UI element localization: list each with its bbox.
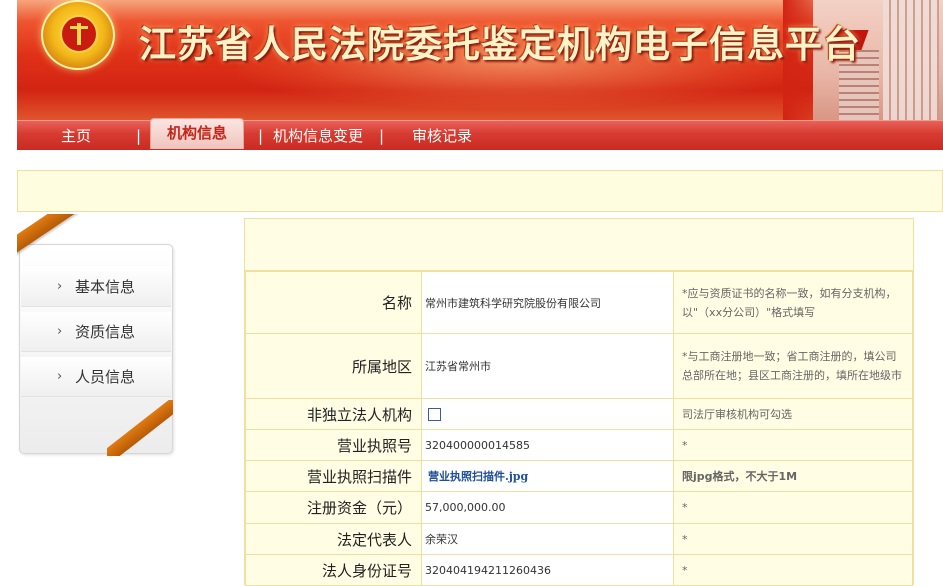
notice-bar: [17, 170, 943, 212]
chevron-right-icon: ›: [57, 369, 63, 384]
field-label: 注册资金（元）: [245, 491, 422, 524]
form-row: 法人身份证号 320404194211260436 *: [245, 554, 913, 586]
site-title: 江苏省人民法院委托鉴定机构电子信息平台: [139, 22, 861, 66]
side-menu: › 基本信息 › 资质信息 › 人员信息: [19, 244, 173, 454]
header-banner: 江苏省人民法院委托鉴定机构电子信息平台: [17, 0, 943, 120]
form-row: 注册资金（元） 57,000,000.00 *: [245, 491, 913, 524]
field-tip: 司法厅审核机构可勾选: [673, 398, 913, 430]
main-nav: 主页 | 机构信息 | 机构信息变更 | 审核记录: [17, 118, 943, 151]
nav-home[interactable]: 主页: [61, 121, 91, 151]
side-item-basic-info[interactable]: › 基本信息: [21, 267, 171, 307]
form-row: 营业执照号 320400000014585 *: [245, 429, 913, 461]
field-tip: *: [673, 491, 913, 524]
emblem-center: [60, 15, 98, 53]
license-scan-cell: 营业执照扫描件.jpg: [421, 460, 674, 492]
non-independent-checkbox[interactable]: [428, 407, 441, 421]
field-tip: *与工商注册地一致；省工商注册的，填公司总部所在地；县区工商注册的，填所在地级市: [673, 333, 913, 399]
field-label: 营业执照扫描件: [245, 460, 422, 492]
nav-org-change[interactable]: 机构信息变更: [273, 121, 363, 151]
side-item-label: 基本信息: [75, 278, 136, 296]
license-scan-link[interactable]: 营业执照扫描件.jpg: [428, 470, 528, 483]
form-row: 非独立法人机构 司法厅审核机构可勾选: [245, 398, 913, 430]
registered-capital-value: 57,000,000.00: [421, 491, 674, 524]
form-row: 法定代表人 余荣汉 *: [245, 523, 913, 555]
field-label: 营业执照号: [245, 429, 422, 461]
nav-audit-records[interactable]: 审核记录: [412, 121, 472, 151]
nav-separator: |: [136, 127, 142, 145]
non-independent-cell: [421, 398, 674, 430]
field-label: 非独立法人机构: [245, 398, 422, 430]
field-tip: 限jpg格式，不大于1M: [673, 460, 913, 492]
form-row: 名称 常州市建筑科学研究院股份有限公司 *应与资质证书的名称一致，如有分支机构，…: [245, 271, 913, 334]
nav-separator: |: [258, 127, 264, 145]
form-row: 营业执照扫描件 营业执照扫描件.jpg 限jpg格式，不大于1M: [245, 460, 913, 492]
field-tip: *: [673, 554, 913, 586]
org-name-value: 常州市建筑科学研究院股份有限公司: [421, 271, 674, 334]
chevron-right-icon: ›: [57, 324, 63, 339]
chevron-right-icon: ›: [57, 279, 63, 294]
license-number-value: 320400000014585: [421, 429, 674, 461]
region-value: 江苏省常州市: [421, 333, 674, 399]
org-info-form: 名称 常州市建筑科学研究院股份有限公司 *应与资质证书的名称一致，如有分支机构，…: [244, 218, 914, 586]
nav-separator: |: [379, 127, 385, 145]
nav-org-info[interactable]: 机构信息: [150, 118, 245, 149]
field-tip: *应与资质证书的名称一致，如有分支机构，以"（xx分公司）"格式填写: [673, 271, 913, 334]
side-item-personnel-info[interactable]: › 人员信息: [21, 357, 171, 397]
field-label: 所属地区: [245, 333, 422, 399]
form-row: 所属地区 江苏省常州市 *与工商注册地一致；省工商注册的，填公司总部所在地；县区…: [245, 333, 913, 399]
court-emblem-icon: [41, 0, 115, 70]
form-header: [245, 219, 913, 271]
form-table: 名称 常州市建筑科学研究院股份有限公司 *应与资质证书的名称一致，如有分支机构，…: [245, 271, 913, 586]
field-label: 法定代表人: [245, 523, 422, 555]
legal-rep-value: 余荣汉: [421, 523, 674, 555]
side-item-label: 人员信息: [75, 368, 136, 386]
building-tower: [883, 0, 939, 120]
side-item-label: 资质信息: [75, 323, 136, 341]
side-item-qualification-info[interactable]: › 资质信息: [21, 312, 171, 352]
field-tip: *: [673, 429, 913, 461]
field-label: 名称: [245, 271, 422, 334]
field-tip: *: [673, 523, 913, 555]
field-label: 法人身份证号: [245, 554, 422, 586]
legal-rep-id-value: 320404194211260436: [421, 554, 674, 586]
